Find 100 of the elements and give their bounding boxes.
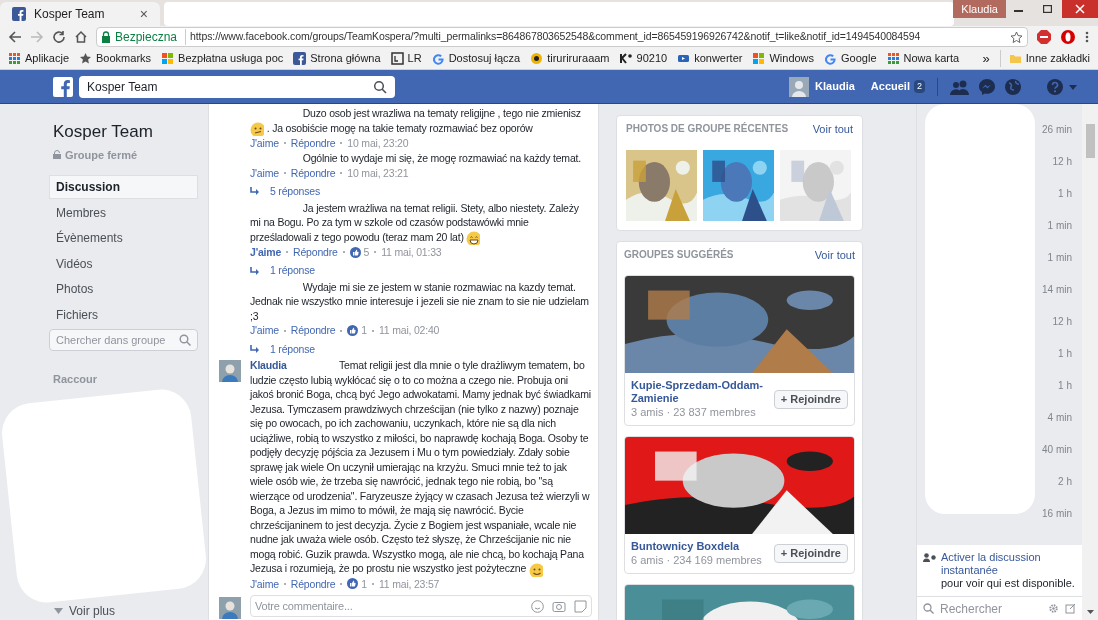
emoji-icon[interactable] (531, 599, 544, 613)
google-icon (824, 52, 838, 65)
nav-item[interactable]: Vidéos (49, 251, 198, 276)
grinning-emoji-icon (466, 230, 481, 245)
smiling-emoji-icon (528, 562, 543, 577)
thumbs-up-icon (347, 578, 359, 590)
group-meta: 6 amis · 234 169 membres (631, 553, 763, 567)
comment-text: Wydaje mi sie ze jestem w stanie rozmawiac na kazdy temat. Jednak nie wszystko mnie interesuje i jezeli sie nie znam to sie nie udzielam ;3 (250, 279, 590, 324)
close-tab-button[interactable]: × (139, 3, 148, 25)
like-link[interactable]: J'aime (250, 244, 282, 260)
search-field[interactable]: Kosper Team (79, 75, 395, 98)
scroll-down-icon[interactable] (1086, 610, 1094, 614)
profile-badge[interactable]: Klaudia (953, 0, 1006, 18)
compose-icon[interactable] (1065, 603, 1076, 614)
bookmark[interactable]: Windows (752, 50, 815, 67)
replies-link[interactable]: 1 réponse (250, 341, 592, 357)
notification-badge: 2 (914, 79, 925, 94)
folder-icon (1008, 52, 1022, 65)
k-logo-icon (619, 52, 633, 65)
reply-link[interactable]: Répondre (290, 135, 336, 151)
scrollbar-thumb[interactable] (1085, 124, 1095, 158)
home-link[interactable]: Accueil (870, 78, 910, 95)
settings-icon[interactable] (1048, 603, 1059, 614)
bookmark[interactable]: 90210 (619, 50, 668, 67)
reply-link[interactable]: Répondre (290, 576, 336, 592)
see-all-link[interactable]: Voir tout (812, 121, 853, 138)
apps-grid-icon (886, 52, 900, 65)
camera-icon[interactable] (552, 600, 566, 613)
help-icon[interactable] (1046, 77, 1064, 96)
address-bar[interactable]: Bezpieczna https://www.facebook.com/groups/TeamKospera/?multi_permalinks=864867803652548&comment_id=865459196926742&notif_t=like&notif_id=1494540084594 (96, 27, 1028, 47)
group-name-link[interactable]: Kupie-Sprzedam-Oddam-Zamienie (631, 379, 766, 405)
comment-text: Klaudia Temat religii jest dla mnie o tyle drażliwym tematem, bo ludzie często lubią wykłócać się o to co można a czego nie. Probuja oni jakoś bronić Boga, chcą być Jego adwokatami. Mamy jednak być świadkami Jezusa. Tymczasem prawdziwych chrześcijan (nie tylko z nazwy) poznaje się po owocach, po ich zachowaniu, uczynkach, które nie są dla nich uciążliwe, robią to wszystko z miłości, bo naprawdę kochają Boga. Osoby te podjęły decyzję pójścia za Jezusem i Mu o tym powiedziały. Zdały sobie sprawę jak wiele On uczynił umierając na krzyżu. Smuci mnie też to jak wiele osób wie, że trzeba się nawrócić, jednak tego nie robią, bo "są wierzące od urodzenia". Faryzeusze żyjący w czasach Jezusa też wierzyli w Boga, a Jezus im mimo to mówił, że mają się nawrócić. Bycie chrześcijaninem to jest decyzja. Życie z Bogiem jest wspaniałe, wcale nie nudne jak uważa wiele osób. Często też słyszę, że Chrześcijanie nic nie mogą robić. Guzik prawda. Wszystko mogą, ale nie chcą, bo kochają Pana Jezusa i rozumieją, że po prostu nie wszystko jest pożyteczne (250, 358, 592, 577)
comment-text: Ogólnie to wydaje mi się, że mogę rozmawiać na każdy temat. (250, 151, 592, 166)
nav-item[interactable]: Membres (49, 200, 198, 225)
maximize-icon[interactable] (1043, 5, 1052, 13)
nav-item[interactable]: Photos (49, 277, 198, 301)
section-heading: Raccour (52, 372, 98, 387)
menu-icon[interactable] (1084, 30, 1090, 44)
bookmark[interactable]: Bookmarks (79, 50, 152, 67)
activate-chat-link[interactable]: Activer la discussion instantanée (941, 551, 1051, 577)
chat-time: 12 h (1052, 155, 1072, 169)
like-link[interactable]: J'aime (250, 165, 279, 181)
see-all-link[interactable]: Voir tout (814, 246, 855, 263)
bookmark[interactable]: LR (390, 50, 422, 67)
chat-time: 12 h (1052, 315, 1072, 329)
reply-link[interactable]: Répondre (293, 244, 338, 260)
reply-link[interactable]: Répondre (290, 165, 336, 181)
star-icon[interactable] (1010, 30, 1023, 44)
reply-arrow-icon (250, 187, 260, 196)
back-icon[interactable] (8, 30, 22, 44)
bookmark[interactable]: tiruriruraaam (530, 50, 610, 67)
facebook-icon (293, 52, 307, 65)
more-bookmarks-button[interactable]: » (982, 48, 990, 69)
like-link[interactable]: J'aime (250, 323, 279, 338)
bookmark[interactable]: Bezpłatna usługa poc (161, 50, 284, 67)
nav-item[interactable]: Discussion (49, 175, 198, 199)
comment-text: Duzo osob jest wrazliwa na tematy religijne , tego nie zmienisz . Ja osobiście mogę na takie tematy rozmawiać bez oporów (250, 106, 592, 136)
replies-link[interactable]: 5 réponses (250, 184, 592, 199)
chat-time: 26 min (1042, 123, 1072, 137)
friends-icon[interactable] (950, 78, 970, 95)
join-button[interactable]: + Rejoindre (773, 389, 848, 409)
like-link[interactable]: J'aime (250, 576, 279, 592)
ring-icon (530, 52, 544, 65)
person-online-icon (923, 553, 936, 562)
bookmark[interactable]: Strona główna (293, 50, 381, 67)
browser-tab[interactable]: Kosper Team × (0, 2, 160, 26)
replies-link[interactable]: 1 réponse (250, 263, 592, 278)
search-icon (179, 334, 191, 346)
sticker-icon[interactable] (574, 599, 587, 613)
like-link[interactable]: J'aime (250, 135, 279, 151)
forward-icon[interactable] (30, 30, 44, 44)
search-icon (373, 79, 387, 94)
bookmark[interactable]: Nowa karta (886, 50, 960, 67)
chat-time: 14 min (1042, 283, 1072, 297)
bookmark[interactable]: konwerter (677, 50, 743, 67)
reply-link[interactable]: Répondre (290, 323, 336, 338)
lock-icon (53, 150, 61, 160)
bookmark[interactable]: Google (824, 50, 877, 67)
chat-time: 4 min (1047, 411, 1072, 425)
group-privacy: Groupe fermé (49, 146, 198, 163)
see-more-link[interactable]: Voir plus (49, 601, 198, 620)
globe-icon[interactable] (1004, 77, 1022, 96)
home-icon[interactable] (74, 30, 88, 44)
reload-icon[interactable] (52, 30, 66, 44)
group-name-link[interactable]: Buntownicy Boxdela (631, 540, 766, 553)
avatar-icon (219, 360, 241, 383)
facebook-logo-icon[interactable] (53, 76, 73, 97)
opera-icon[interactable] (1060, 29, 1076, 45)
adblock-icon[interactable] (1036, 29, 1052, 45)
messenger-icon[interactable] (978, 77, 996, 96)
profile-link[interactable]: Klaudia (789, 76, 855, 97)
chat-activate-text: Activer la discussion instantanée pour voir qui est disponible. (941, 551, 1076, 590)
join-button[interactable]: + Rejoindre (773, 544, 848, 563)
bookmark-folder[interactable]: Inne zakładki (999, 50, 1090, 67)
nav-item[interactable]: Fichiers (49, 302, 198, 327)
chat-time: 1 h (1058, 187, 1072, 201)
nav-item[interactable]: Évènements (49, 226, 198, 250)
bookmark[interactable]: Aplikacje (8, 50, 70, 67)
bookmark[interactable]: Dostosuj łącza (431, 50, 521, 67)
security-label: Bezpieczna (115, 29, 178, 46)
